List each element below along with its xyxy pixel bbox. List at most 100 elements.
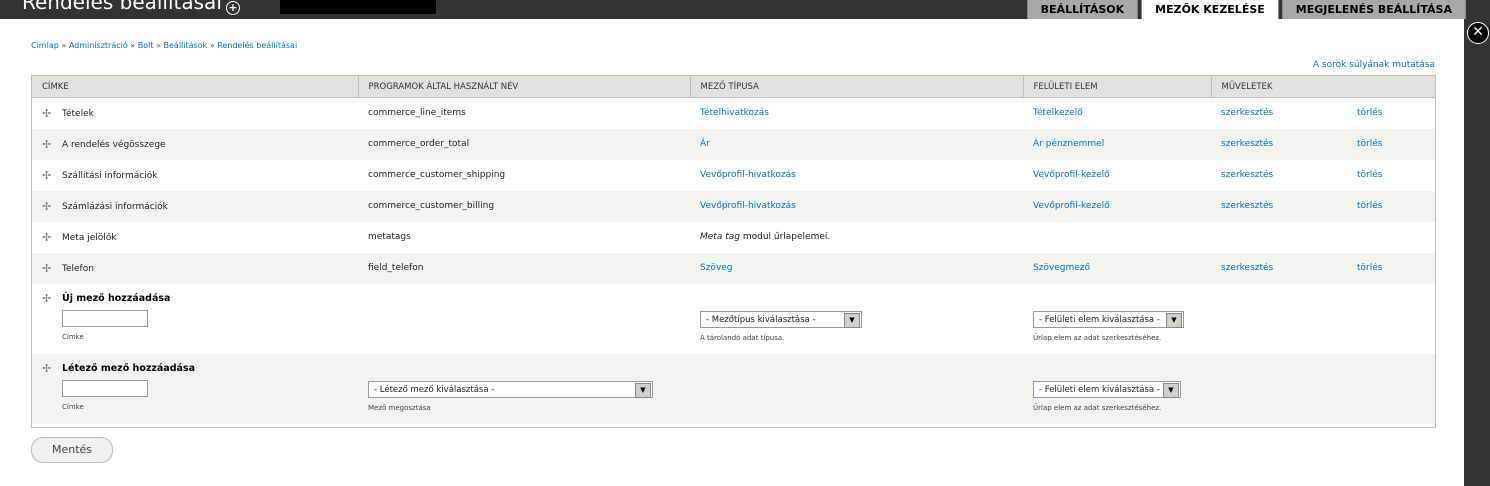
move-arrows-icon[interactable]: ✢ [42,231,54,244]
column-header-field-type: MEZŐ TÍPUSA [690,76,1024,98]
dropdown-arrow-icon: ▼ [1163,382,1179,398]
new-field-widget-description: Űrlap elem az adat szerkesztéséhez. [1033,333,1162,342]
field-machine-name: commerce_line_items [368,108,466,119]
widget-link[interactable]: Ár pénznemmel [1033,139,1104,149]
tab-bar: BEÁLLÍTÁSOK MEZŐK KEZELÉSE MEGJELENÉS BE… [1026,0,1466,19]
add-existing-field-title: Létező mező hozzáadása [62,362,195,374]
overlay-content: Címlap » Adminisztráció » Bolt » Beállít… [0,19,1464,486]
delete-link[interactable]: törlés [1357,139,1382,149]
move-arrows-icon[interactable]: ✢ [42,292,54,305]
field-type-select-value: - Mezőtípus kiválasztása - [706,314,816,325]
new-field-label-input[interactable] [62,309,148,327]
edit-link[interactable]: szerkesztés [1221,263,1273,273]
edit-link[interactable]: szerkesztés [1221,108,1273,118]
existing-field-label-input[interactable] [62,379,148,397]
field-label: Tételek [62,108,94,119]
delete-link[interactable]: törlés [1357,263,1382,273]
tab-manage-fields[interactable]: MEZŐK KEZELÉSE [1141,0,1279,19]
fields-table-wrapper: CÍMKE PROGRAMOK ÁLTAL HASZNÁLT NÉV MEZŐ … [31,75,1436,428]
widget-select-value: - Felületi elem kiválasztása - [1039,384,1160,395]
table-row: ✢ Telefon field_telefon Szöveg Szövegmező… [32,252,1435,284]
field-machine-name: commerce_customer_shipping [368,170,506,180]
widget-link[interactable]: Tételkezelő [1033,108,1083,118]
breadcrumb-store[interactable]: Bolt [138,41,154,50]
new-field-widget-select[interactable]: - Felületi elem kiválasztása - ▼ [1033,310,1184,328]
breadcrumb-order-settings[interactable]: Rendelés beállításai [217,41,297,50]
breadcrumb-separator: » [130,41,136,50]
close-icon[interactable]: ✕ [1467,22,1489,44]
widget-link[interactable]: Vevőprofil-kezelő [1033,170,1110,180]
breadcrumb: Címlap » Adminisztráció » Bolt » Beállít… [31,41,297,50]
field-type-description: A tárolandó adat típusa. [700,333,785,342]
table-row: ✢ Tételek commerce_line_items Tételhivatk… [32,97,1435,129]
existing-field-widget-description: Űrlap elem az adat szerkesztéséhez. [1033,403,1162,412]
column-header-label: CÍMKE [32,76,359,98]
meta-description-text: modul űrlapelemei. [739,232,831,242]
new-field-label-description: Címke [62,332,84,341]
table-row: ✢ A rendelés végösszege commerce_order_to… [32,128,1435,160]
existing-field-description: Mező megosztása [368,403,431,412]
field-type-link[interactable]: Szöveg [700,263,733,273]
edit-link[interactable]: szerkesztés [1221,201,1273,211]
field-machine-name: commerce_customer_billing [368,201,495,211]
field-machine-name: metatags [368,232,411,242]
field-label: Számlázási információk [62,201,168,212]
field-machine-name: commerce_order_total [368,139,470,149]
edit-link[interactable]: szerkesztés [1221,139,1273,149]
breadcrumb-settings[interactable]: Beállítások [164,41,208,50]
tab-display-settings[interactable]: MEGJELENÉS BEÁLLÍTÁSA [1281,0,1466,19]
plus-circle-icon[interactable]: + [226,1,240,15]
fields-table: CÍMKE PROGRAMOK ÁLTAL HASZNÁLT NÉV MEZŐ … [32,76,1435,424]
field-type-link[interactable]: Tételhivatkozás [700,108,769,118]
field-label: Szállítási információk [62,170,158,181]
move-arrows-icon[interactable]: ✢ [42,262,54,275]
breadcrumb-separator: » [209,41,215,50]
tab-settings[interactable]: BEÁLLÍTÁSOK [1026,0,1139,19]
move-arrows-icon[interactable]: ✢ [42,200,54,213]
meta-tag-emphasis: Meta tag [700,232,740,242]
dropdown-arrow-icon: ▼ [844,312,860,328]
delete-link[interactable]: törlés [1357,108,1382,118]
existing-field-widget-select[interactable]: - Felületi elem kiválasztása - ▼ [1033,380,1181,398]
move-arrows-icon[interactable]: ✢ [42,362,54,375]
delete-link[interactable]: törlés [1357,170,1382,180]
field-label: Meta jelölők [62,232,117,243]
top-bar: Rendelés beállításai + BEÁLLÍTÁSOK MEZŐK… [0,0,1490,19]
meta-description: Meta tag modul űrlapelemei. [690,222,1435,253]
field-type-select[interactable]: - Mezőtípus kiválasztása - ▼ [700,310,862,328]
column-header-widget: FELÜLETI ELEM [1023,76,1212,98]
breadcrumb-separator: » [61,41,67,50]
edit-link[interactable]: szerkesztés [1221,170,1273,180]
add-existing-field-row: ✢ Létező mező hozzáadása Címke - Létező m… [32,353,1435,424]
dropdown-arrow-icon: ▼ [635,382,651,398]
redacted-area [280,0,436,14]
table-row: ✢ Meta jelölők metatags Meta tag modul űr… [32,221,1435,253]
add-new-field-title: Új mező hozzáadása [62,292,171,304]
move-arrows-icon[interactable]: ✢ [42,169,54,182]
page-title: Rendelés beállításai [22,0,222,14]
move-arrows-icon[interactable]: ✢ [42,138,54,151]
breadcrumb-admin[interactable]: Adminisztráció [69,41,128,50]
add-new-field-row: ✢ Új mező hozzáadása Címke - Mezőtípus ki… [32,283,1435,354]
breadcrumb-home[interactable]: Címlap [31,41,59,50]
delete-link[interactable]: törlés [1357,201,1382,211]
widget-link[interactable]: Vevőprofil-kezelő [1033,201,1110,211]
existing-field-select[interactable]: - Létező mező kiválasztása - ▼ [368,380,653,398]
breadcrumb-separator: » [156,41,161,50]
existing-field-label-description: Címke [62,402,84,411]
column-header-operations: MŰVELETEK [1211,76,1435,98]
field-label: Telefon [62,263,94,274]
save-button[interactable]: Mentés [31,437,113,463]
widget-link[interactable]: Szövegmező [1033,263,1090,273]
existing-field-select-value: - Létező mező kiválasztása - [374,384,495,395]
table-row: ✢ Szállítási információk commerce_custome… [32,159,1435,191]
field-type-link[interactable]: Vevőprofil-hivatkozás [700,170,796,180]
field-type-link[interactable]: Vevőprofil-hivatkozás [700,201,796,211]
field-machine-name: field_telefon [368,263,424,273]
field-label: A rendelés végösszege [62,139,166,150]
field-type-link[interactable]: Ár [700,139,710,149]
widget-select-value: - Felületi elem kiválasztása - [1039,314,1160,325]
move-arrows-icon[interactable]: ✢ [42,107,54,120]
show-row-weights-link[interactable]: A sorok súlyának mutatása [1313,60,1435,70]
table-row: ✢ Számlázási információk commerce_custome… [32,190,1435,222]
